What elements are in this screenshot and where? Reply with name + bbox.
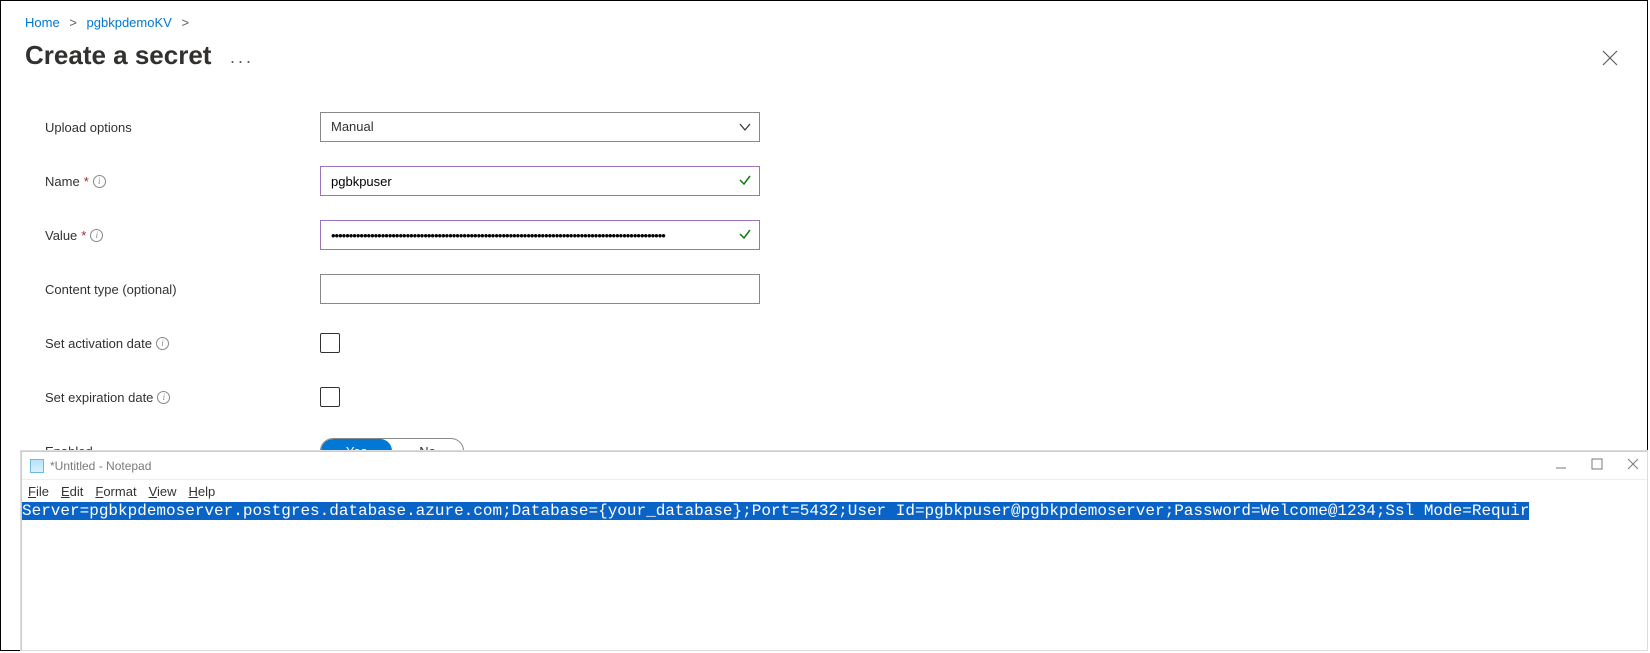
menu-format[interactable]: Format [95,484,136,499]
notepad-selected-text[interactable]: Server=pgbkpdemoserver.postgres.database… [22,502,1529,520]
required-indicator: * [81,228,86,243]
info-icon[interactable]: i [157,391,170,404]
set-expiration-date-label: Set expiration date i [45,390,320,405]
breadcrumb-sep: > [175,15,195,30]
notepad-menu-bar: File Edit Format View Help [22,480,1647,502]
value-input[interactable] [320,220,760,250]
azure-create-secret-panel: Home > pgbkpdemoKV > Create a secret ···… [1,1,1647,451]
notepad-titlebar[interactable]: *Untitled - Notepad [22,452,1647,480]
breadcrumb-kv-link[interactable]: pgbkpdemoKV [87,15,172,30]
menu-file[interactable]: File [28,484,49,499]
set-activation-date-label: Set activation date i [45,336,320,351]
notepad-text-area[interactable]: Server=pgbkpdemoserver.postgres.database… [22,502,1647,520]
breadcrumb-sep: > [63,15,83,30]
create-secret-form: Upload options Manual Name * i [25,111,1623,467]
upload-options-select[interactable]: Manual [320,112,760,142]
required-indicator: * [84,174,89,189]
value-label: Value * i [45,228,320,243]
name-label: Name * i [45,174,320,189]
more-actions-button[interactable]: ··· [229,51,253,72]
maximize-icon[interactable] [1591,458,1603,473]
name-input[interactable] [320,166,760,196]
minimize-icon[interactable] [1555,458,1567,473]
info-icon[interactable]: i [93,175,106,188]
page-title: Create a secret [25,40,211,71]
menu-view[interactable]: View [149,484,177,499]
notepad-title: *Untitled - Notepad [50,459,151,473]
menu-help[interactable]: Help [189,484,216,499]
notepad-window: *Untitled - Notepad File Edit Format Vie… [21,451,1647,650]
content-type-label: Content type (optional) [45,282,320,297]
activation-date-checkbox[interactable] [320,333,340,353]
breadcrumb-home-link[interactable]: Home [25,15,60,30]
menu-edit[interactable]: Edit [61,484,83,499]
info-icon[interactable]: i [90,229,103,242]
expiration-date-checkbox[interactable] [320,387,340,407]
breadcrumb: Home > pgbkpdemoKV > [25,15,1623,30]
notepad-icon [30,459,44,473]
close-icon[interactable] [1601,49,1619,71]
upload-options-label: Upload options [45,120,320,135]
info-icon[interactable]: i [156,337,169,350]
content-type-input[interactable] [320,274,760,304]
close-icon[interactable] [1627,458,1639,473]
